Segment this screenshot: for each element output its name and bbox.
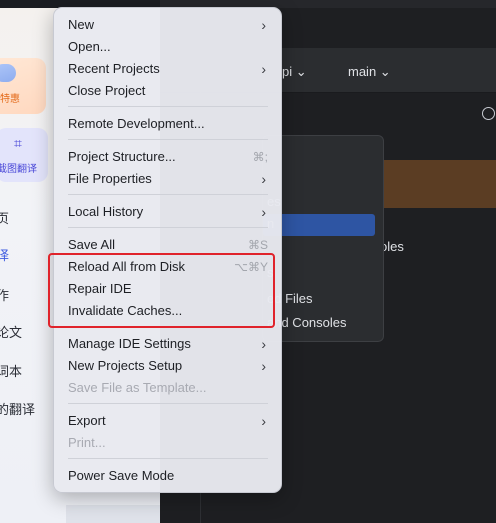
promo-label: 特惠 [0, 94, 20, 105]
project-name: pi [282, 64, 293, 79]
menu-separator [68, 403, 268, 404]
menu-item-recent-projects[interactable]: Recent Projects › [68, 59, 268, 79]
chevron-right-icon: › [261, 336, 266, 352]
menu-item-close-project[interactable]: Close Project [68, 81, 268, 101]
menu-item-label: Export [68, 413, 106, 428]
screenshot-translate-tile[interactable]: ⌗ 截图翻译 [0, 128, 48, 182]
chevron-right-icon: › [261, 204, 266, 220]
sidebar-item-my-translations[interactable]: 的翻译 [0, 399, 35, 418]
chevron-right-icon: › [261, 171, 266, 187]
shortcut-label: ⌘S [247, 238, 268, 252]
menu-item-print: Print... [68, 433, 268, 453]
chevron-right-icon: › [261, 358, 266, 374]
menu-item-project-structure[interactable]: Project Structure... ⌘; [68, 147, 268, 167]
cloud-icon [0, 64, 16, 82]
sidebar-item-vocabulary[interactable]: 词本 [0, 361, 22, 380]
menu-item-open[interactable]: Open... [68, 37, 268, 57]
sidebar-item-work[interactable]: 作 [0, 285, 9, 304]
menu-item-local-history[interactable]: Local History › [68, 202, 268, 222]
menu-item-new[interactable]: New › [68, 15, 268, 35]
project-selector[interactable]: pi ⌄ [282, 64, 307, 80]
menu-separator [68, 458, 268, 459]
menu-item-new-projects-setup[interactable]: New Projects Setup › [68, 356, 268, 376]
menu-item-label: Project Structure... [68, 149, 176, 164]
promo-card[interactable]: 特惠 [0, 58, 46, 114]
menu-item-label: Save All [68, 237, 115, 252]
menu-item-label: Print... [68, 435, 106, 450]
menu-separator [68, 194, 268, 195]
menu-item-label: Save File as Template... [68, 380, 207, 395]
menu-item-power-save-mode[interactable]: Power Save Mode [68, 466, 268, 486]
menu-separator [68, 227, 268, 228]
menu-item-label: File Properties [68, 171, 152, 186]
sidebar-item-paper[interactable]: 论文 [0, 322, 22, 341]
menu-item-save-file-as-template: Save File as Template... [68, 378, 268, 398]
menu-item-label: Local History [68, 204, 144, 219]
bottom-bar [66, 505, 160, 523]
target-icon[interactable] [482, 107, 495, 120]
branch-selector[interactable]: main ⌄ [348, 64, 391, 80]
menu-item-label: Power Save Mode [68, 468, 175, 483]
menu-item-remote-development[interactable]: Remote Development... [68, 114, 268, 134]
file-menu: New › Open... Recent Projects › Close Pr… [53, 7, 282, 493]
shortcut-label: ⌘; [252, 150, 268, 164]
menu-item-save-all[interactable]: Save All ⌘S [68, 235, 268, 255]
menu-item-label: Open... [68, 39, 111, 54]
menu-item-file-properties[interactable]: File Properties › [68, 169, 268, 189]
menu-separator [68, 139, 268, 140]
menu-item-label: Close Project [68, 83, 146, 98]
crop-icon: ⌗ [14, 135, 22, 151]
menu-item-label: Remote Development... [68, 116, 205, 131]
menu-separator [68, 106, 268, 107]
chevron-right-icon: › [261, 17, 266, 33]
menu-item-export[interactable]: Export › [68, 411, 268, 431]
annotation-highlight-box [48, 253, 275, 328]
screenshot-translate-label: 截图翻译 [0, 164, 37, 175]
menu-item-label: Manage IDE Settings [68, 336, 191, 351]
sidebar-item-translate[interactable]: 译 [0, 245, 9, 264]
branch-name: main [348, 64, 377, 79]
menu-item-label: New [68, 17, 95, 32]
chevron-right-icon: › [261, 61, 266, 77]
menu-item-manage-ide-settings[interactable]: Manage IDE Settings › [68, 334, 268, 354]
sidebar-item-page[interactable]: 页 [0, 208, 9, 227]
chevron-right-icon: › [261, 413, 266, 429]
menu-item-label: Recent Projects [68, 61, 160, 76]
menu-item-label: New Projects Setup [68, 358, 183, 373]
